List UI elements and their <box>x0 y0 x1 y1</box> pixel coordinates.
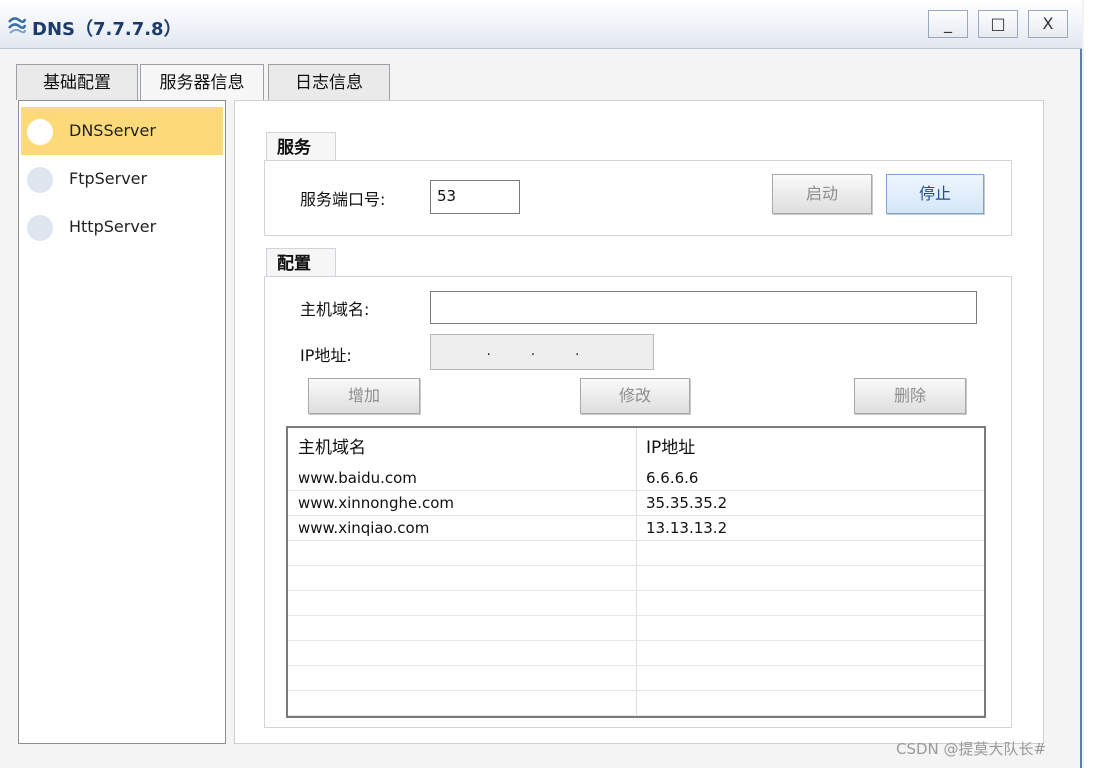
table-row-empty <box>288 566 984 591</box>
server-list: DNSServer FtpServer HttpServer <box>18 100 226 744</box>
config-group-title: 配置 <box>266 248 336 278</box>
network-icon <box>8 17 27 34</box>
table-row[interactable]: www.xinnonghe.com 35.35.35.2 <box>288 491 984 516</box>
sidebar-item-label: DNSServer <box>69 121 156 140</box>
add-button[interactable]: 增加 <box>308 378 420 414</box>
dns-window: DNS（7.7.7.8） _ □ X 基础配置 服务器信息 日志信息 DNSSe… <box>0 0 1082 768</box>
delete-button[interactable]: 删除 <box>854 378 966 414</box>
dns-record-table: 主机域名 IP地址 www.baidu.com 6.6.6.6 www.xinn… <box>286 426 986 718</box>
background-window-edge <box>1084 0 1096 768</box>
port-label: 服务端口号: <box>300 190 386 209</box>
watermark: CSDN @提莫大队长# <box>896 740 1047 758</box>
circle-icon <box>27 215 53 241</box>
table-row-empty <box>288 691 984 716</box>
ip-address-input[interactable]: . . . <box>430 334 654 370</box>
sidebar-item-label: FtpServer <box>69 169 148 188</box>
table-row-empty <box>288 641 984 666</box>
ip-label: IP地址: <box>300 346 352 365</box>
tab-log-info[interactable]: 日志信息 <box>268 64 390 100</box>
service-group-title: 服务 <box>266 132 336 162</box>
title-bar[interactable]: DNS（7.7.7.8） _ □ X <box>0 0 1082 49</box>
ip-cell: 13.13.13.2 <box>646 519 728 537</box>
close-button[interactable]: X <box>1028 10 1068 38</box>
column-header-ip[interactable]: IP地址 <box>636 428 984 468</box>
host-input[interactable] <box>430 291 977 324</box>
circle-icon <box>27 119 53 145</box>
minimize-button[interactable]: _ <box>928 10 968 38</box>
host-cell: www.baidu.com <box>298 469 417 487</box>
start-button[interactable]: 启动 <box>772 174 872 214</box>
port-input[interactable]: 53 <box>430 180 520 214</box>
table-row-empty <box>288 541 984 566</box>
host-cell: www.xinqiao.com <box>298 519 430 537</box>
sidebar-item-httpserver[interactable]: HttpServer <box>21 203 223 251</box>
window-title: DNS（7.7.7.8） <box>32 19 182 40</box>
ip-cell: 6.6.6.6 <box>646 469 699 487</box>
sidebar-item-ftpserver[interactable]: FtpServer <box>21 155 223 203</box>
sidebar-item-label: HttpServer <box>69 217 157 236</box>
table-row-empty <box>288 591 984 616</box>
tab-server-info[interactable]: 服务器信息 <box>140 64 264 101</box>
ip-cell: 35.35.35.2 <box>646 494 728 512</box>
column-header-host[interactable]: 主机域名 <box>288 428 636 468</box>
table-row[interactable]: www.baidu.com 6.6.6.6 <box>288 466 984 491</box>
host-label: 主机域名: <box>300 300 370 319</box>
circle-icon <box>27 167 53 193</box>
edit-button[interactable]: 修改 <box>580 378 690 414</box>
tab-basic-config[interactable]: 基础配置 <box>16 64 138 100</box>
sidebar-item-dnsserver[interactable]: DNSServer <box>21 107 223 155</box>
host-cell: www.xinnonghe.com <box>298 494 454 512</box>
table-row-empty <box>288 616 984 641</box>
table-row[interactable]: www.xinqiao.com 13.13.13.2 <box>288 516 984 541</box>
table-row-empty <box>288 666 984 691</box>
maximize-button[interactable]: □ <box>978 10 1018 38</box>
stop-button[interactable]: 停止 <box>886 174 984 214</box>
